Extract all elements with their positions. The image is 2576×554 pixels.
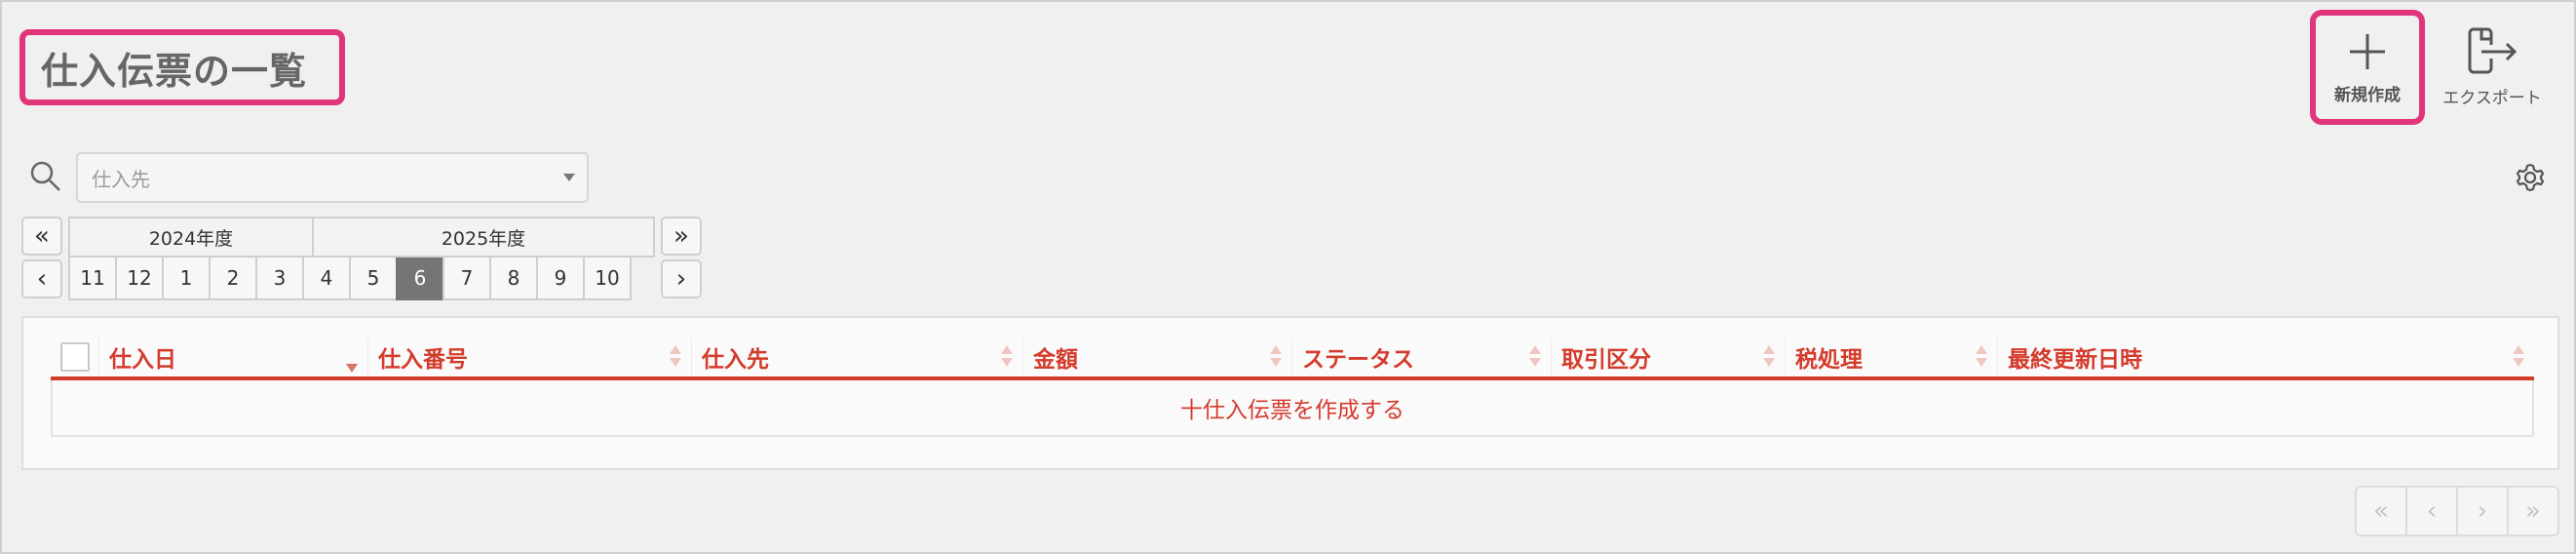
- sort-icon: [1763, 345, 1775, 369]
- column-label: 仕入日: [109, 347, 176, 373]
- search-icon: [30, 161, 60, 191]
- new-button-label: 新規作成: [2334, 85, 2401, 105]
- prev-year-button[interactable]: «: [21, 217, 62, 256]
- column-header-purchase-number[interactable]: 仕入番号: [368, 337, 692, 376]
- table-header: 仕入日 仕入番号 仕入先 金額 ステータス 取引区分 税処理 最終更新日時: [51, 337, 2534, 380]
- create-purchase-slip-link[interactable]: 十仕入伝票を作成する: [51, 380, 2534, 437]
- sort-icon: [1001, 345, 1013, 369]
- month-7[interactable]: 7: [442, 257, 491, 300]
- column-header-transaction-type[interactable]: 取引区分: [1552, 337, 1786, 376]
- chevron-left-icon: ‹: [2426, 496, 2438, 526]
- next-page-button[interactable]: ›: [2456, 486, 2509, 536]
- chevron-right-icon: ›: [675, 264, 687, 294]
- column-header-last-updated[interactable]: 最終更新日時: [1998, 337, 2534, 376]
- month-6-selected[interactable]: 6: [396, 257, 444, 300]
- month-8[interactable]: 8: [489, 257, 538, 300]
- month-3[interactable]: 3: [255, 257, 304, 300]
- month-1[interactable]: 1: [162, 257, 211, 300]
- plus-icon: [2350, 33, 2385, 69]
- sort-desc-icon: [346, 351, 358, 375]
- prev-page-button[interactable]: ‹: [2405, 486, 2458, 536]
- page-title: 仕入伝票の一覧: [41, 49, 308, 93]
- page-title-highlight: 仕入伝票の一覧: [19, 29, 345, 105]
- last-page-button[interactable]: »: [2507, 486, 2559, 536]
- sort-icon: [670, 345, 681, 369]
- next-year-button[interactable]: »: [661, 217, 702, 256]
- column-label: 取引区分: [1561, 347, 1651, 373]
- column-label: 最終更新日時: [2008, 347, 2142, 373]
- column-label: 仕入番号: [378, 347, 468, 373]
- next-month-button[interactable]: ›: [661, 259, 702, 298]
- prev-month-button[interactable]: ‹: [21, 259, 62, 298]
- column-header-purchase-date[interactable]: 仕入日: [99, 337, 368, 376]
- new-button[interactable]: 新規作成: [2310, 10, 2425, 125]
- column-header-supplier[interactable]: 仕入先: [692, 337, 1023, 376]
- gear-icon[interactable]: [2515, 162, 2546, 193]
- sort-icon: [1270, 345, 1282, 369]
- first-page-button[interactable]: «: [2355, 486, 2407, 536]
- double-chevron-right-icon: »: [2525, 496, 2541, 526]
- sort-icon: [1529, 345, 1541, 369]
- column-label: ステータス: [1302, 347, 1414, 373]
- chevron-down-icon: [563, 174, 575, 181]
- export-button[interactable]: エクスポート: [2429, 25, 2556, 108]
- select-all-checkbox[interactable]: [60, 342, 90, 372]
- export-icon: [2468, 27, 2518, 74]
- column-header-tax-treatment[interactable]: 税処理: [1786, 337, 1998, 376]
- column-label: 税処理: [1795, 347, 1863, 373]
- chevron-right-icon: ›: [2477, 496, 2488, 526]
- column-label: 金額: [1033, 347, 1078, 373]
- column-header-status[interactable]: ステータス: [1292, 337, 1552, 376]
- double-chevron-left-icon: «: [2373, 496, 2389, 526]
- chevron-left-icon: ‹: [36, 264, 48, 294]
- month-2[interactable]: 2: [209, 257, 257, 300]
- pagination: « ‹ › »: [2355, 486, 2559, 536]
- sort-icon: [1976, 345, 1987, 369]
- supplier-select-placeholder: 仕入先: [92, 167, 150, 191]
- month-selector: 11 12 1 2 3 4 5 6 7 8 9 10: [68, 257, 632, 300]
- fiscal-year-2025: 2025年度: [312, 217, 655, 257]
- month-12[interactable]: 12: [115, 257, 164, 300]
- column-label: 仕入先: [702, 347, 769, 373]
- sort-icon: [2513, 345, 2524, 369]
- export-button-label: エクスポート: [2442, 89, 2542, 108]
- double-chevron-left-icon: «: [34, 221, 50, 251]
- month-9[interactable]: 9: [536, 257, 585, 300]
- select-all-cell: [51, 337, 99, 376]
- month-4[interactable]: 4: [302, 257, 351, 300]
- month-11[interactable]: 11: [68, 257, 117, 300]
- supplier-select[interactable]: 仕入先: [76, 152, 589, 203]
- fiscal-year-2024: 2024年度: [68, 217, 314, 257]
- month-5[interactable]: 5: [349, 257, 398, 300]
- month-10[interactable]: 10: [583, 257, 632, 300]
- purchase-slip-table: 仕入日 仕入番号 仕入先 金額 ステータス 取引区分 税処理 最終更新日時 十仕…: [21, 316, 2559, 470]
- fiscal-year-row: 2024年度 2025年度: [68, 217, 655, 257]
- double-chevron-right-icon: »: [673, 221, 689, 251]
- column-header-amount[interactable]: 金額: [1023, 337, 1292, 376]
